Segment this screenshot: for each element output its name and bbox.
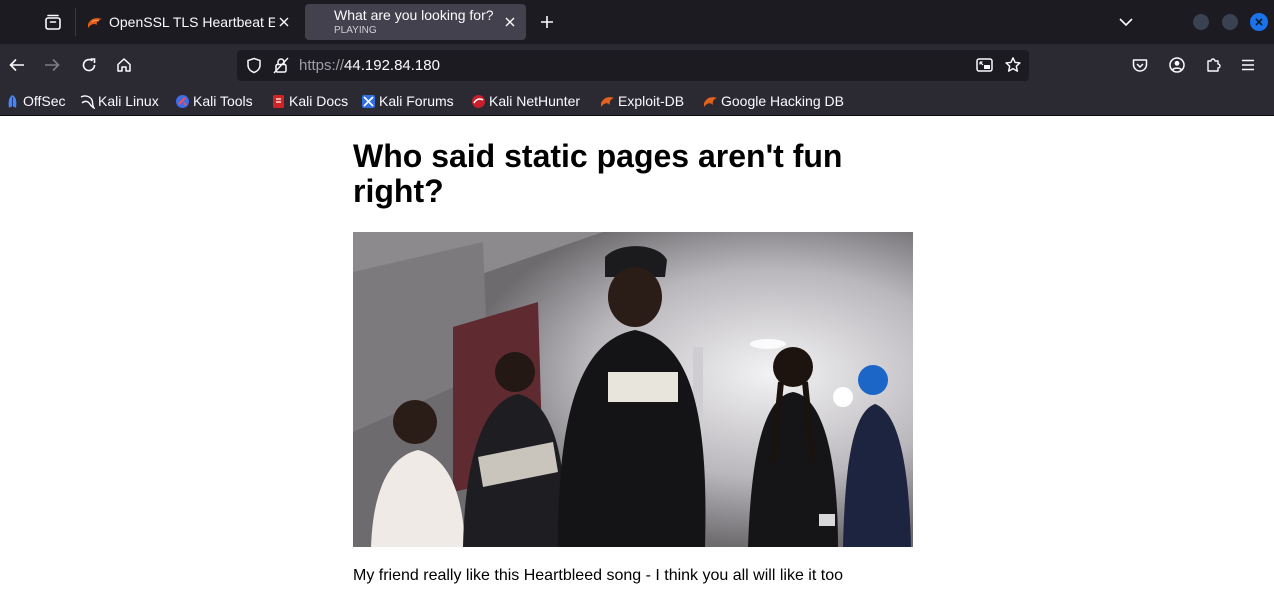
hamburger-menu-icon (1242, 59, 1254, 71)
video-frame-image (353, 232, 913, 547)
tab-bar: OpenSSL TLS Heartbeat E What are you loo… (0, 0, 1274, 44)
account-button[interactable] (1161, 49, 1193, 81)
ghdb-icon (704, 96, 717, 107)
bookmark-label: Kali Linux (98, 93, 159, 109)
navigation-toolbar: https://44.192.84.180 (0, 44, 1274, 86)
bookmark-label: Kali Forums (379, 93, 454, 109)
shield-icon (247, 57, 261, 74)
close-icon (279, 17, 289, 27)
kali-dragon-icon (88, 18, 102, 28)
url-host: 44.192.84.180 (344, 57, 440, 74)
kali-forums-icon (362, 94, 375, 108)
tab-title: OpenSSL TLS Heartbeat E (109, 14, 275, 30)
forward-button[interactable] (36, 49, 68, 81)
url-protocol: https:// (299, 57, 345, 74)
close-icon (505, 17, 515, 27)
bookmark-kali-linux[interactable]: Kali Linux (80, 92, 159, 110)
page-paragraph: My friend really like this Heartbleed so… (353, 567, 843, 584)
bookmark-label: Kali NetHunter (489, 93, 581, 109)
window-maximize-button[interactable] (1222, 14, 1238, 30)
app-menu-button[interactable] (1232, 49, 1264, 81)
url-text[interactable]: https://44.192.84.180 (299, 57, 440, 74)
tab-close-button[interactable] (500, 12, 520, 32)
tab-active-video[interactable]: What are you looking for? PLAYING (305, 4, 526, 40)
reload-button[interactable] (73, 49, 105, 81)
list-all-tabs-button[interactable] (1110, 6, 1142, 38)
back-button[interactable] (1, 49, 33, 81)
bookmark-label: OffSec (23, 93, 66, 109)
bookmark-label: Exploit-DB (618, 93, 685, 109)
embedded-video-player[interactable] (353, 232, 913, 547)
page-content: Who said static pages aren't fun right? (0, 117, 1274, 598)
insecure-lock-icon[interactable] (273, 57, 289, 74)
pocket-icon (1132, 58, 1148, 72)
bookmark-exploit-db[interactable]: Exploit-DB (600, 92, 684, 110)
extensions-button[interactable] (1197, 49, 1229, 81)
tab-close-button[interactable] (274, 12, 294, 32)
forward-arrow-icon (45, 58, 60, 72)
new-tab-button[interactable] (531, 6, 563, 38)
bookmark-label: Google Hacking DB (721, 93, 844, 109)
tab-separator (75, 8, 76, 36)
nethunter-icon (472, 94, 485, 108)
offsec-icon (8, 94, 17, 108)
puzzle-icon (1207, 58, 1221, 72)
bookmark-star-icon[interactable] (1004, 56, 1022, 74)
account-icon (1169, 57, 1185, 73)
tab-title: What are you looking for? (334, 7, 494, 23)
exploit-db-icon (601, 96, 614, 107)
page-heading: Who said static pages aren't fun right? (353, 138, 843, 209)
plus-icon (541, 16, 553, 28)
tab-openssl[interactable]: OpenSSL TLS Heartbeat E (78, 4, 298, 40)
bookmarks-toolbar: OffSec Kali Linux Kali Tools Kali Docs K… (0, 86, 1274, 116)
firefox-view-icon (45, 14, 61, 30)
picture-in-picture-icon[interactable] (976, 57, 993, 73)
bookmark-google-hacking-db[interactable]: Google Hacking DB (703, 92, 844, 110)
reload-icon (82, 58, 96, 72)
bookmark-kali-docs[interactable]: Kali Docs (271, 92, 348, 110)
bookmark-kali-nethunter[interactable]: Kali NetHunter (471, 92, 580, 110)
bookmark-kali-forums[interactable]: Kali Forums (361, 92, 454, 110)
home-button[interactable] (108, 49, 140, 81)
bookmark-kali-tools[interactable]: Kali Tools (175, 92, 253, 110)
close-icon (1255, 18, 1263, 26)
chevron-down-icon (1119, 18, 1133, 27)
bookmark-label: Kali Docs (289, 93, 349, 109)
kali-dragon-icon (80, 94, 95, 109)
tab-playing-status: PLAYING (334, 25, 377, 36)
url-bar[interactable]: https://44.192.84.180 (237, 50, 1029, 81)
window-close-button[interactable] (1250, 13, 1268, 31)
kali-tools-icon (176, 94, 189, 108)
pocket-button[interactable] (1124, 49, 1156, 81)
kali-docs-icon (273, 94, 284, 108)
window-minimize-button[interactable] (1193, 14, 1209, 30)
bookmark-label: Kali Tools (193, 93, 253, 109)
firefox-view-button[interactable] (37, 6, 69, 38)
home-icon (117, 58, 131, 72)
back-arrow-icon (9, 58, 24, 72)
bookmark-offsec[interactable]: OffSec (5, 92, 66, 110)
